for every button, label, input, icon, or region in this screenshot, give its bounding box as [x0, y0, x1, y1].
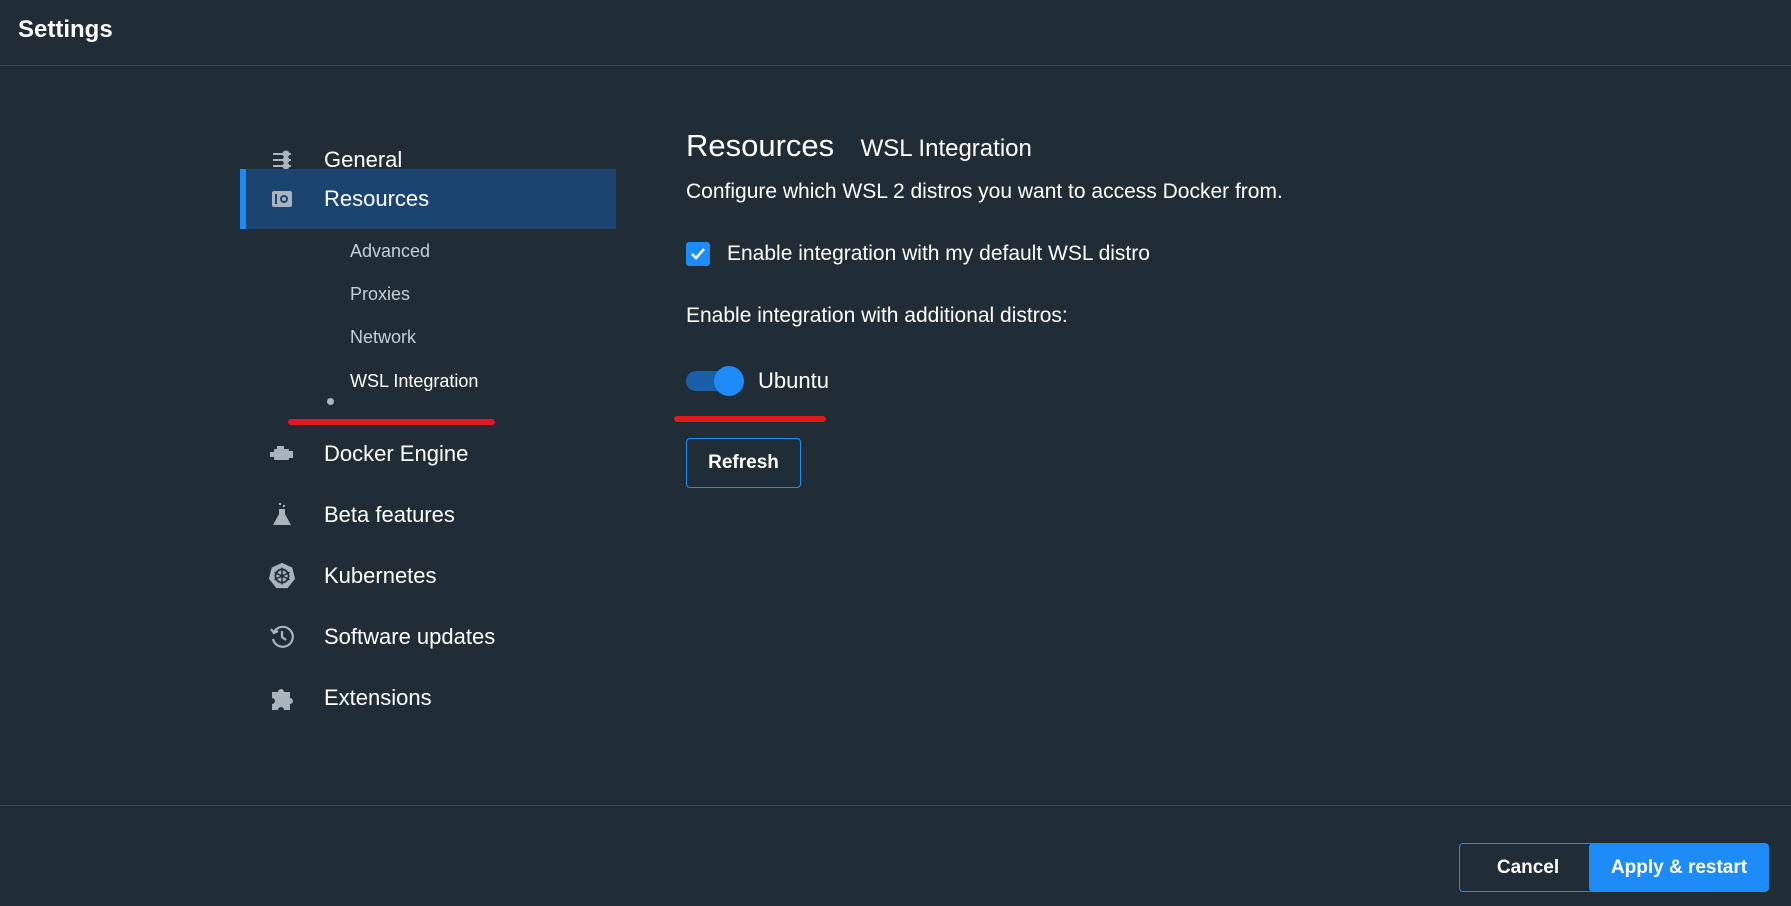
checkmark-icon	[691, 248, 705, 260]
default-distro-label: Enable integration with my default WSL d…	[727, 242, 1150, 265]
sidebar-item-docker-engine[interactable]: Docker Engine	[240, 424, 616, 484]
default-distro-checkbox-row[interactable]: Enable integration with my default WSL d…	[686, 242, 1150, 266]
additional-distros-label: Enable integration with additional distr…	[686, 304, 1068, 327]
sidebar-subitem-network[interactable]: Network	[350, 327, 416, 348]
apply-restart-button[interactable]: Apply & restart	[1589, 843, 1769, 892]
sidebar-item-label: Docker Engine	[324, 441, 469, 466]
history-icon	[268, 623, 296, 651]
sidebar-item-beta-features[interactable]: Beta features	[240, 485, 616, 545]
cancel-button[interactable]: Cancel	[1459, 843, 1597, 892]
toggle-knob	[714, 366, 744, 396]
engine-icon	[268, 440, 296, 468]
distro-toggle-row[interactable]: Ubuntu	[686, 366, 829, 396]
settings-window: Settings General Resources Advanced Prox…	[0, 0, 1791, 906]
section-header: Resources WSL Integration	[686, 128, 1032, 164]
annotation-underline	[674, 416, 826, 422]
section-subtitle: WSL Integration	[860, 135, 1032, 162]
section-title: Resources	[686, 128, 835, 163]
sidebar-item-label: Kubernetes	[324, 563, 437, 588]
section-description: Configure which WSL 2 distros you want t…	[686, 180, 1283, 203]
refresh-button[interactable]: Refresh	[686, 438, 801, 488]
ubuntu-toggle[interactable]	[686, 366, 744, 396]
active-subitem-bullet	[327, 398, 334, 405]
header: Settings	[0, 0, 1791, 66]
sidebar-item-label: Beta features	[324, 502, 455, 527]
default-distro-checkbox[interactable]	[686, 242, 710, 266]
sidebar-item-software-updates[interactable]: Software updates	[240, 607, 616, 667]
sidebar-subitem-advanced[interactable]: Advanced	[350, 241, 430, 262]
footer: Cancel Apply & restart	[0, 805, 1791, 906]
sidebar-subitem-wsl-integration[interactable]: WSL Integration	[350, 371, 478, 392]
sidebar-item-extensions[interactable]: Extensions	[240, 668, 616, 728]
flask-icon	[268, 501, 296, 529]
sidebar-item-resources[interactable]: Resources	[240, 169, 616, 229]
sidebar-item-label: Resources	[324, 186, 430, 211]
puzzle-icon	[268, 684, 296, 712]
sidebar-subitem-proxies[interactable]: Proxies	[350, 284, 410, 305]
kubernetes-icon	[268, 562, 296, 590]
sidebar-item-label: Extensions	[324, 685, 432, 710]
page-title: Settings	[18, 16, 113, 43]
sidebar-item-label: Software updates	[324, 624, 496, 649]
resources-icon	[268, 185, 296, 213]
distro-label: Ubuntu	[758, 368, 829, 393]
sidebar-item-kubernetes[interactable]: Kubernetes	[240, 546, 616, 606]
